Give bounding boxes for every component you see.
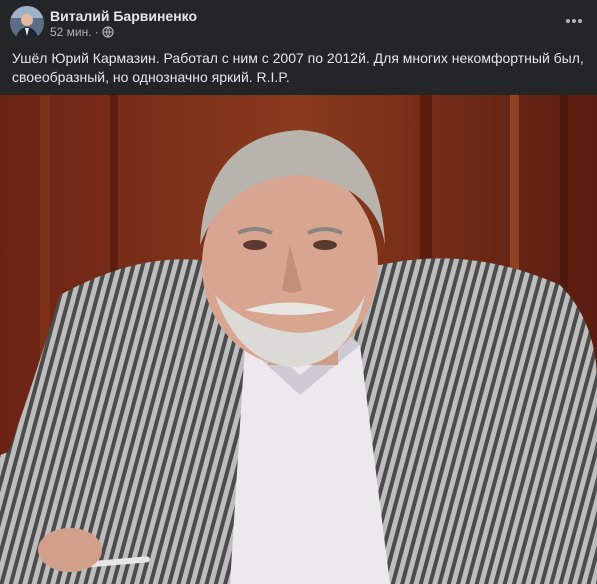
post-meta: 52 мин. · [50,25,114,39]
post-text-line-2: своеобразный, но однозначно яркий. R.I.P… [12,69,290,85]
author-avatar[interactable] [10,6,44,40]
post-header: Виталий Барвиненко 52 мин. · [0,0,597,44]
portrait-image [0,95,597,584]
post-photo[interactable] [0,95,597,584]
post-timestamp[interactable]: 52 мин. [50,25,92,39]
globe-icon[interactable] [102,26,114,38]
post-text-line-1: Ушёл Юрий Кармазин. Работал с ним с 2007… [12,50,584,66]
more-horizontal-icon [566,19,582,23]
avatar-image [10,6,44,40]
author-name[interactable]: Виталий Барвиненко [50,8,197,24]
more-options-button[interactable] [561,8,587,34]
meta-separator: · [94,25,99,39]
feed-post: Виталий Барвиненко 52 мин. · Ушёл Юрий К… [0,0,597,584]
post-text: Ушёл Юрий Кармазин. Работал с ним с 2007… [12,49,587,87]
